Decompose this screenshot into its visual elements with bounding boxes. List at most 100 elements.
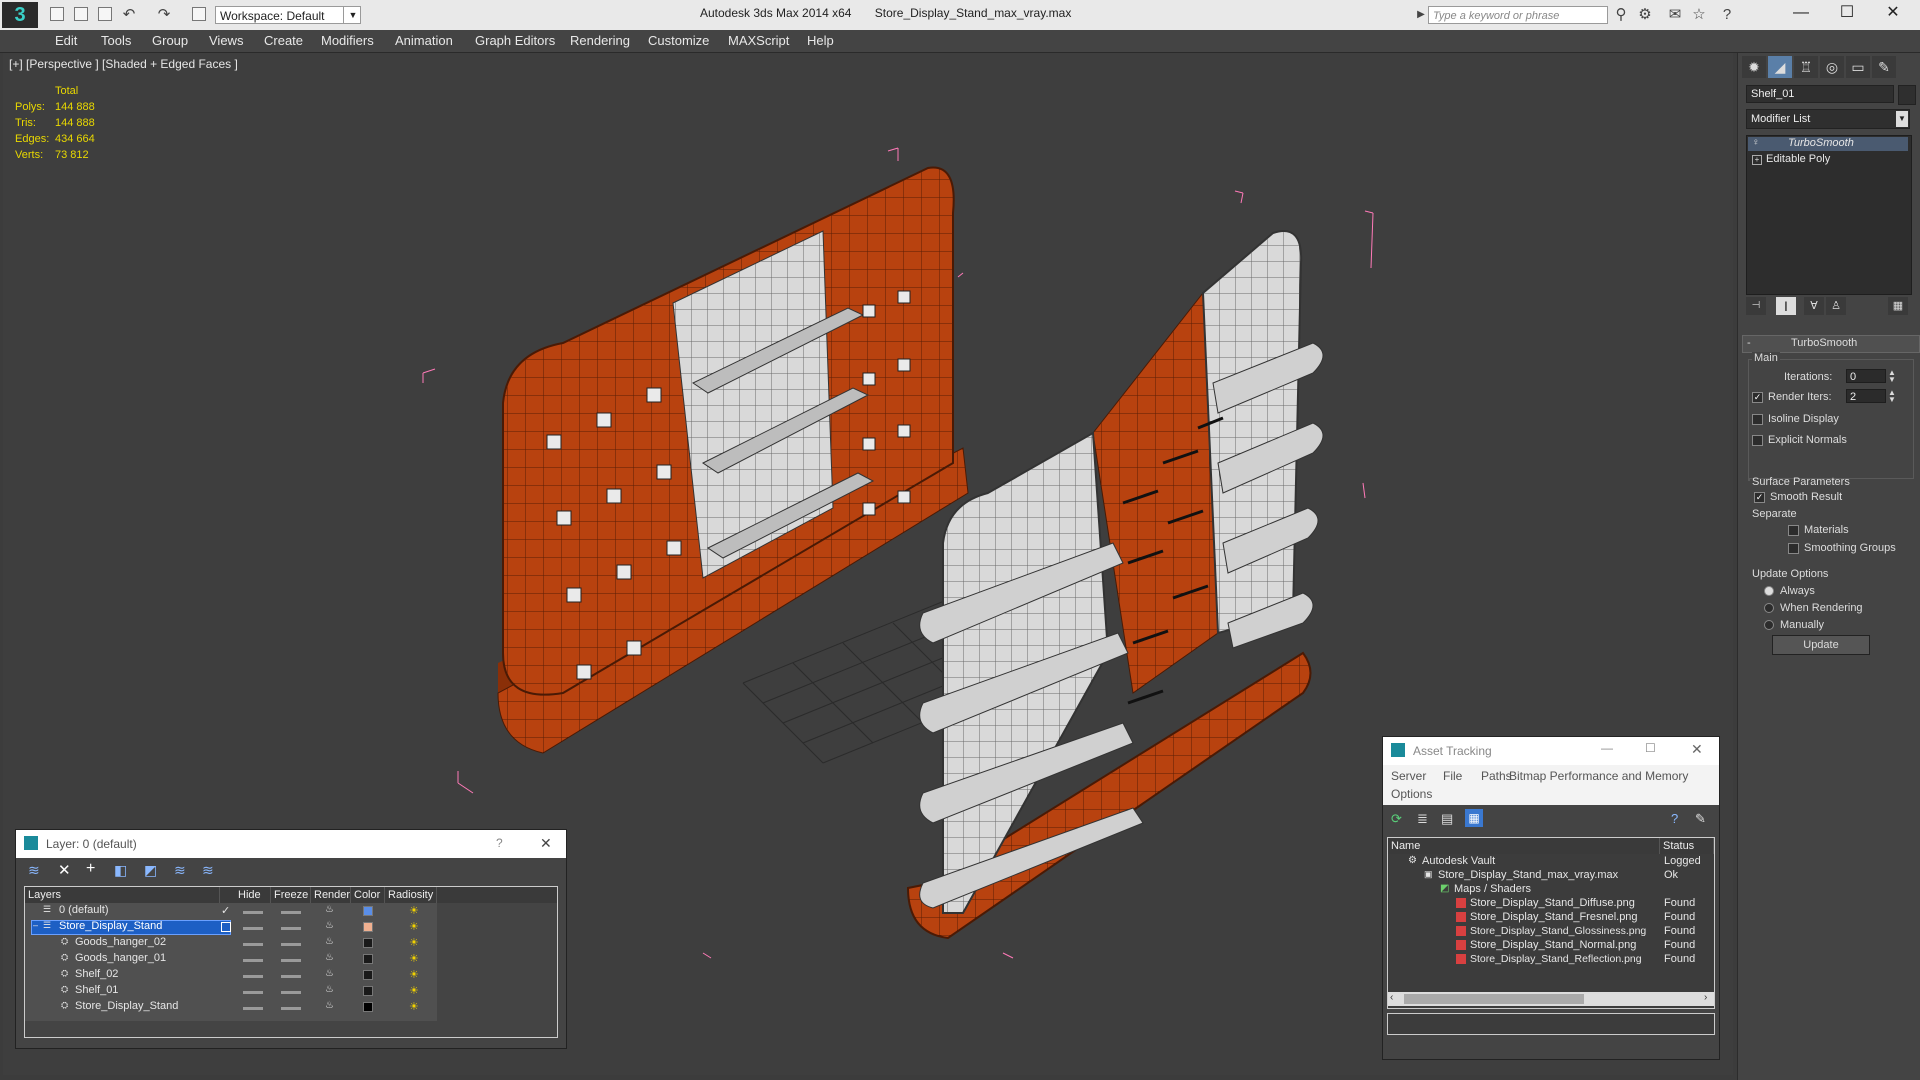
radiosity-icon[interactable]: ☀ bbox=[409, 1000, 419, 1013]
current-layer-box[interactable] bbox=[221, 922, 231, 932]
materials-checkbox[interactable] bbox=[1788, 525, 1799, 536]
favorites-star-icon[interactable]: ☆ bbox=[1690, 6, 1708, 24]
col-hide[interactable]: Hide bbox=[235, 887, 271, 903]
update-button[interactable]: Update bbox=[1772, 635, 1870, 655]
configure-modifier-sets-icon[interactable]: ▦ bbox=[1888, 297, 1908, 315]
render-teapot-icon[interactable]: ♨ bbox=[325, 920, 334, 931]
hide-toggle[interactable]: ▬▬ bbox=[243, 922, 263, 933]
when-rendering-radio[interactable] bbox=[1764, 603, 1774, 613]
rollout-collapse-icon[interactable]: - bbox=[1747, 337, 1751, 349]
layer-color-swatch[interactable] bbox=[363, 1002, 373, 1012]
hide-toggle[interactable]: ▬▬ bbox=[243, 954, 263, 965]
chevron-down-icon[interactable]: ▼ bbox=[343, 6, 362, 24]
render-teapot-icon[interactable]: ♨ bbox=[325, 968, 334, 979]
collapse-icon[interactable]: – bbox=[33, 920, 38, 930]
render-teapot-icon[interactable]: ♨ bbox=[325, 1000, 334, 1011]
menu-options[interactable]: Options bbox=[1391, 787, 1432, 801]
minimize-button[interactable]: — bbox=[1778, 0, 1824, 28]
menu-group[interactable]: Group bbox=[152, 33, 188, 48]
layer-color-swatch[interactable] bbox=[363, 906, 373, 916]
menu-modifiers[interactable]: Modifiers bbox=[321, 33, 374, 48]
scroll-right-icon[interactable]: › bbox=[1704, 992, 1707, 1003]
maximize-button[interactable]: ☐ bbox=[1824, 0, 1870, 28]
table-row[interactable]: Store_Display_Stand_Fresnel.png Found bbox=[1388, 911, 1714, 925]
table-row[interactable]: Store_Display_Stand_Glossiness.png Found bbox=[1388, 925, 1714, 939]
col-name[interactable]: Name bbox=[1388, 838, 1660, 854]
close-icon[interactable]: ✕ bbox=[540, 835, 552, 852]
table-row[interactable]: – ☰ Store_Display_Stand ▬▬ ▬▬ ♨ ☀ bbox=[25, 920, 437, 935]
expand-plus-icon[interactable]: + bbox=[1752, 155, 1762, 165]
menu-tools[interactable]: Tools bbox=[101, 33, 131, 48]
open-file-icon[interactable] bbox=[74, 7, 88, 21]
current-layer-check-icon[interactable]: ✓ bbox=[221, 904, 230, 917]
display-tab-icon[interactable]: ▭ bbox=[1846, 56, 1870, 78]
freeze-toggle[interactable]: ▬▬ bbox=[281, 954, 301, 965]
col-radiosity[interactable]: Radiosity bbox=[385, 887, 437, 903]
chevron-down-icon[interactable]: ▼ bbox=[1896, 111, 1908, 127]
menu-bitmap-performance[interactable]: Bitmap Performance and Memory bbox=[1509, 769, 1688, 783]
dialog-title-bar[interactable]: Asset Tracking — ☐ ✕ bbox=[1383, 737, 1719, 765]
create-tab-icon[interactable]: ✹ bbox=[1742, 56, 1766, 78]
menu-maxscript[interactable]: MAXScript bbox=[728, 33, 789, 48]
table-row[interactable]: Store_Display_Stand_Reflection.png Found bbox=[1388, 953, 1714, 967]
object-name-field[interactable]: Shelf_01 bbox=[1746, 85, 1894, 103]
rollout-header-turbosmooth[interactable]: - TurboSmooth bbox=[1742, 335, 1920, 353]
menu-paths[interactable]: Paths bbox=[1481, 769, 1512, 783]
pin-stack-icon[interactable]: ⊣ bbox=[1746, 297, 1766, 315]
menu-file[interactable]: File bbox=[1443, 769, 1462, 783]
workspace-dropdown[interactable]: Workspace: Default bbox=[215, 6, 361, 24]
layer-color-swatch[interactable] bbox=[363, 986, 373, 996]
highlight-layer-icon[interactable]: ◩ bbox=[144, 862, 157, 879]
add-to-layer-icon[interactable]: + bbox=[86, 860, 95, 878]
table-row[interactable]: Store_Display_Stand_Normal.png Found bbox=[1388, 939, 1714, 953]
modifier-list-dropdown[interactable]: Modifier List bbox=[1746, 109, 1910, 129]
table-row[interactable]: ◩ Maps / Shaders bbox=[1388, 883, 1714, 897]
table-row[interactable]: ⛭ Goods_hanger_01 ▬▬ ▬▬ ♨ ☀ bbox=[25, 952, 437, 967]
table-row[interactable]: ⛭ Goods_hanger_02 ▬▬ ▬▬ ♨ ☀ bbox=[25, 936, 437, 951]
radiosity-icon[interactable]: ☀ bbox=[409, 952, 419, 965]
isoline-display-checkbox[interactable] bbox=[1752, 414, 1763, 425]
spinner-arrows-icon[interactable]: ▲ ▼ bbox=[1888, 369, 1896, 384]
iterations-spinner[interactable]: 0 bbox=[1846, 369, 1886, 383]
render-teapot-icon[interactable]: ♨ bbox=[325, 904, 334, 915]
menu-graph-editors[interactable]: Graph Editors bbox=[475, 33, 555, 48]
layer-color-swatch[interactable] bbox=[363, 938, 373, 948]
col-status[interactable]: Status bbox=[1660, 838, 1714, 854]
remove-modifier-icon[interactable]: ♙ bbox=[1826, 297, 1846, 315]
table-row[interactable]: ⛭ Store_Display_Stand ▬▬ ▬▬ ♨ ☀ bbox=[25, 1000, 437, 1015]
store-display-stand-right[interactable] bbox=[906, 230, 1324, 940]
modify-tab-icon[interactable]: ◢ bbox=[1768, 56, 1792, 78]
save-file-icon[interactable] bbox=[98, 7, 112, 21]
hold-icon[interactable] bbox=[192, 7, 206, 21]
binoculars-icon[interactable]: ⚲ bbox=[1612, 6, 1630, 24]
minimize-icon[interactable]: — bbox=[1601, 741, 1613, 755]
always-radio[interactable] bbox=[1764, 586, 1774, 596]
freeze-toggle[interactable]: ▬▬ bbox=[281, 922, 301, 933]
maximize-icon[interactable]: ☐ bbox=[1645, 741, 1656, 755]
close-button[interactable]: ✕ bbox=[1870, 0, 1916, 28]
utilities-tab-icon[interactable]: ✎ bbox=[1872, 56, 1896, 78]
create-layer-icon[interactable]: ≋ bbox=[28, 862, 40, 879]
col-freeze[interactable]: Freeze bbox=[271, 887, 311, 903]
communication-icon[interactable]: ✉ bbox=[1666, 6, 1684, 24]
list-view-icon[interactable]: ≣ bbox=[1417, 811, 1428, 827]
table-view-icon[interactable]: ▦ bbox=[1465, 809, 1483, 827]
scrollbar-thumb[interactable] bbox=[1404, 994, 1584, 1004]
delete-layer-icon[interactable]: ✕ bbox=[58, 861, 71, 879]
manually-radio[interactable] bbox=[1764, 620, 1774, 630]
menu-views[interactable]: Views bbox=[209, 33, 243, 48]
radiosity-icon[interactable]: ☀ bbox=[409, 936, 419, 949]
col-render[interactable]: Render bbox=[311, 887, 351, 903]
col-layers[interactable]: Layers bbox=[25, 887, 220, 903]
render-teapot-icon[interactable]: ♨ bbox=[325, 952, 334, 963]
freeze-toggle[interactable]: ▬▬ bbox=[281, 970, 301, 981]
hide-toggle[interactable]: ▬▬ bbox=[243, 970, 263, 981]
asset-path-field[interactable] bbox=[1387, 1013, 1715, 1035]
hide-toggle[interactable]: ▬▬ bbox=[243, 1002, 263, 1013]
table-row[interactable]: ▣ Store_Display_Stand_max_vray.max Ok bbox=[1388, 869, 1714, 883]
render-teapot-icon[interactable]: ♨ bbox=[325, 984, 334, 995]
hide-all-icon[interactable]: ≋ bbox=[174, 862, 186, 879]
store-display-stand-left[interactable] bbox=[497, 166, 969, 754]
motion-tab-icon[interactable]: ◎ bbox=[1820, 56, 1844, 78]
lightbulb-icon[interactable]: ♀ bbox=[1752, 137, 1760, 148]
